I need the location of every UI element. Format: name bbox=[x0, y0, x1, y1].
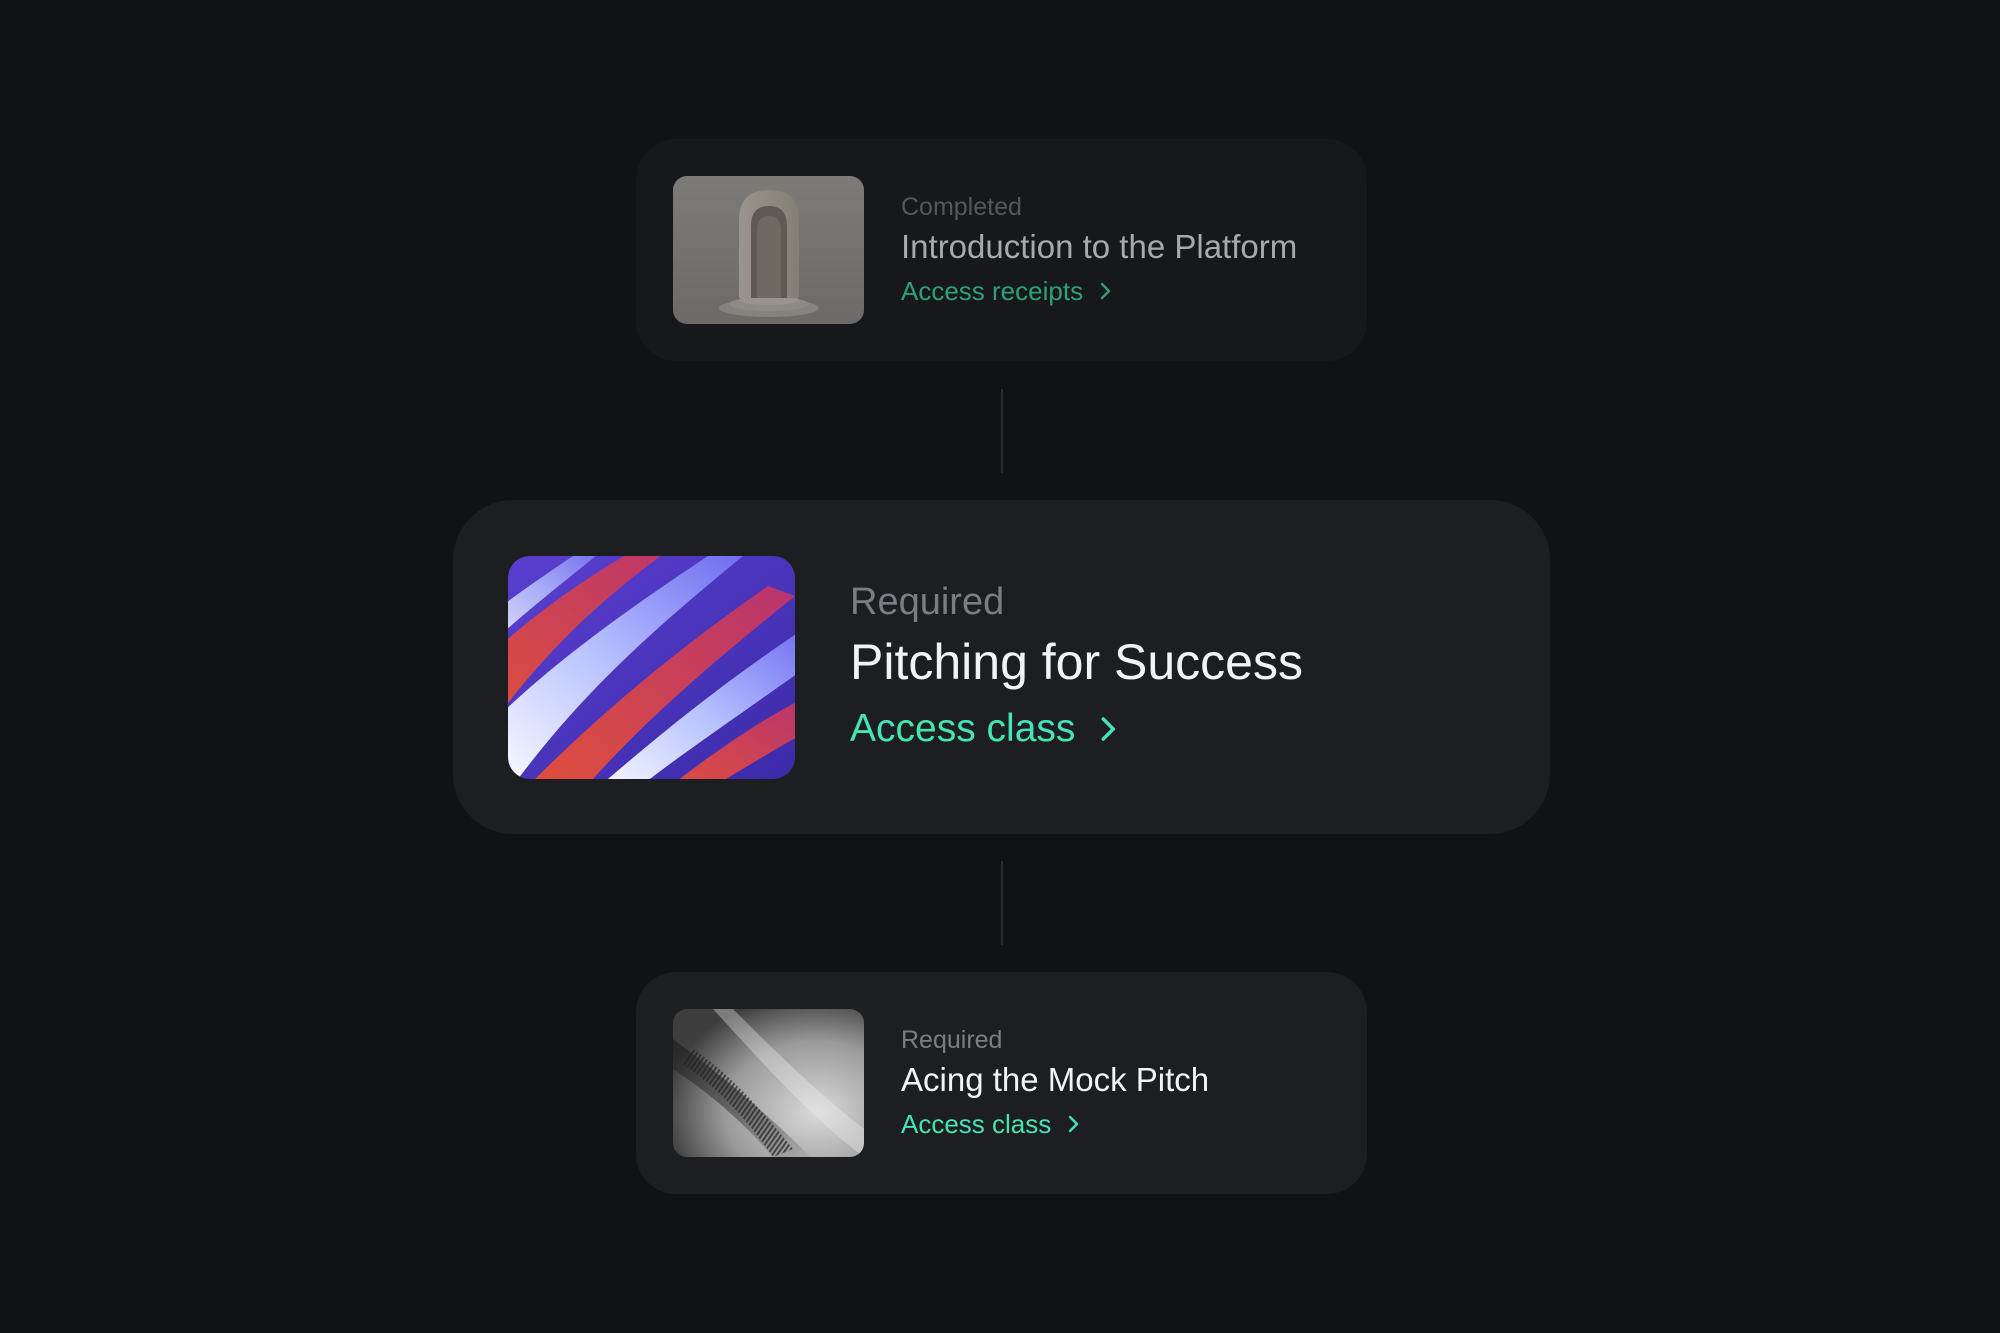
arch-doorway-thumbnail bbox=[673, 176, 864, 324]
course-title: Introduction to the Platform bbox=[901, 228, 1298, 265]
course-path: Completed Introduction to the Platform A… bbox=[0, 0, 2000, 1333]
course-card-mock-pitch: Required Acing the Mock Pitch Access cla… bbox=[636, 972, 1367, 1194]
chevron-right-icon bbox=[1069, 1115, 1079, 1133]
abstract-waves-thumbnail bbox=[508, 555, 795, 779]
course-title: Acing the Mock Pitch bbox=[901, 1061, 1210, 1098]
course-card-introduction: Completed Introduction to the Platform A… bbox=[636, 139, 1367, 361]
status-label: Completed bbox=[901, 193, 1022, 221]
link-label: Access class bbox=[850, 707, 1076, 750]
course-info: Completed Introduction to the Platform A… bbox=[901, 192, 1297, 308]
monochrome-texture-thumbnail bbox=[673, 1009, 864, 1157]
course-card-pitching: Required Pitching for Success Access cla… bbox=[453, 500, 1550, 834]
chevron-right-icon bbox=[1100, 282, 1111, 300]
chevron-right-icon bbox=[1101, 717, 1116, 741]
access-receipts-link[interactable]: Access receipts bbox=[901, 274, 1297, 308]
status-label: Required bbox=[850, 581, 1005, 623]
course-info: Required Pitching for Success Access cla… bbox=[850, 579, 1303, 755]
path-connector bbox=[1001, 389, 1003, 473]
course-info: Required Acing the Mock Pitch Access cla… bbox=[901, 1025, 1209, 1141]
path-connector bbox=[1001, 861, 1003, 945]
link-label: Access receipts bbox=[901, 276, 1084, 306]
course-title: Pitching for Success bbox=[850, 634, 1303, 690]
access-class-link[interactable]: Access class bbox=[850, 703, 1303, 755]
link-label: Access class bbox=[901, 1109, 1052, 1139]
access-class-link[interactable]: Access class bbox=[901, 1107, 1209, 1141]
status-label: Required bbox=[901, 1026, 1003, 1054]
